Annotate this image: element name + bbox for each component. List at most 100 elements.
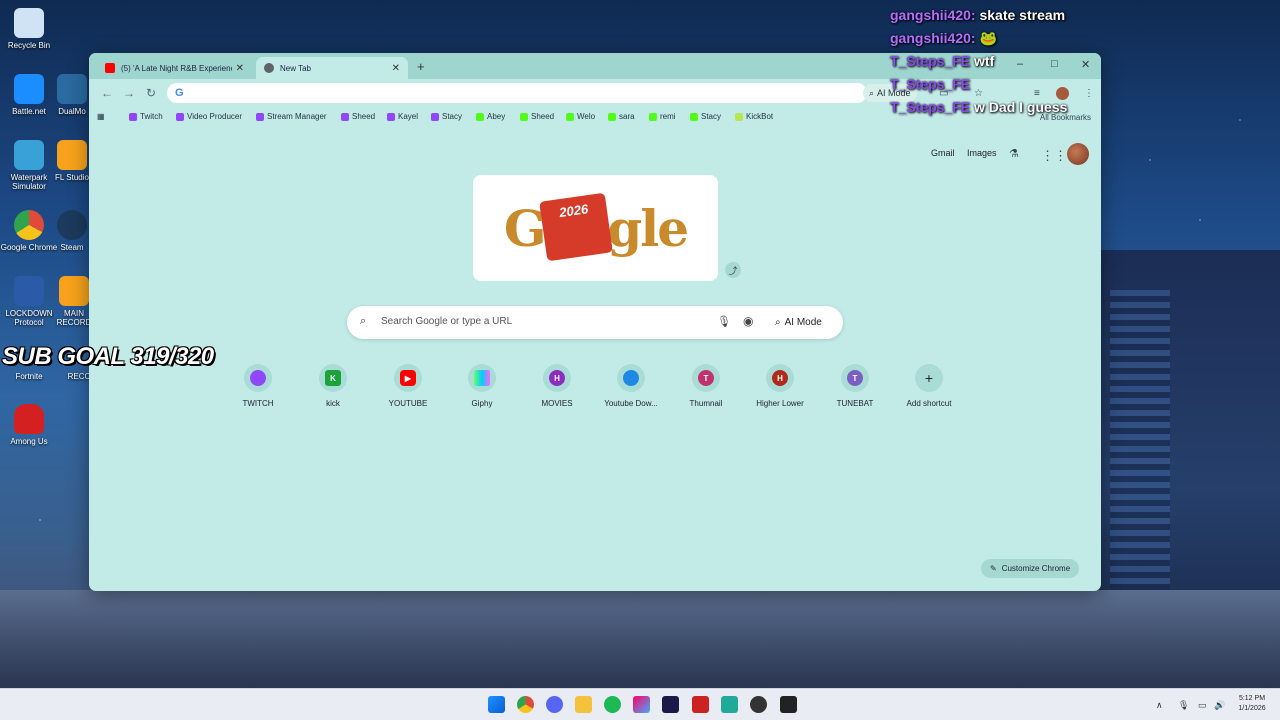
kick-icon xyxy=(520,112,528,121)
file-explorer-icon[interactable] xyxy=(575,696,592,713)
spotify-icon[interactable] xyxy=(604,696,621,713)
bookmark-stream-manager[interactable]: Stream Manager xyxy=(256,112,327,121)
bookmark-welo[interactable]: Welo xyxy=(566,112,595,121)
gmail-link[interactable]: Gmail xyxy=(931,148,955,158)
chat-username: T_Steps_FE xyxy=(890,76,971,92)
shortcut-giphy[interactable]: Giphy xyxy=(445,364,519,408)
shortcut-title: Thumnail xyxy=(689,399,723,408)
shortcut-youtube-downloader[interactable]: Youtube Dow... xyxy=(594,364,668,408)
search-icon: ⌕ xyxy=(360,315,367,327)
shortcut-youtube[interactable]: ▶ YOUTUBE xyxy=(371,364,445,408)
app-icon[interactable] xyxy=(780,696,797,713)
back-arrow-icon[interactable]: ← xyxy=(101,86,113,100)
desktop-icon-recycle-bin[interactable]: Recycle Bin xyxy=(0,8,58,50)
flstudio-icon xyxy=(59,276,89,306)
address-bar[interactable]: G xyxy=(167,83,867,103)
google-lens-icon[interactable]: ◉ xyxy=(743,314,753,328)
recycle-bin-icon xyxy=(14,8,44,38)
desktop-icon-label: Google Chrome xyxy=(0,243,58,252)
images-link[interactable]: Images xyxy=(967,148,997,158)
giphy-icon xyxy=(474,370,490,386)
chrome-taskbar-icon[interactable] xyxy=(517,696,534,713)
close-icon[interactable]: ✕ xyxy=(392,63,400,74)
desktop-icon-battlenet[interactable]: Battle.net xyxy=(0,74,58,116)
bookmark-sheed[interactable]: Sheed xyxy=(341,112,375,121)
bookmark-stacy-kick[interactable]: Stacy xyxy=(690,112,721,121)
desktop-icon-flstudio[interactable]: FL Studio xyxy=(52,140,92,182)
desktop-icon-among-us[interactable]: Among Us xyxy=(0,404,58,446)
microphone-icon[interactable]: 🎙 xyxy=(717,315,731,328)
bookmark-label: Sheed xyxy=(352,112,376,121)
bookmark-sheed-kick[interactable]: Sheed xyxy=(520,112,554,121)
waterpark-icon xyxy=(14,140,44,170)
shortcut-title: Youtube Dow... xyxy=(604,399,658,408)
shortcut-tunebat[interactable]: T TUNEBAT xyxy=(818,364,892,408)
desktop-icon-fortnite[interactable]: Fortnite xyxy=(0,372,58,381)
customize-chrome-button[interactable]: ✎ Customize Chrome xyxy=(981,559,1080,578)
bookmark-label: KickBot xyxy=(746,112,774,121)
flstudio-icon xyxy=(57,140,87,170)
bookmark-sara[interactable]: sara xyxy=(608,112,635,121)
shortcut-higher-lower[interactable]: H Higher Lower xyxy=(743,364,817,408)
pencil-icon: ✎ xyxy=(990,564,997,573)
bookmark-kickbot[interactable]: KickBot xyxy=(735,112,773,121)
chat-username: gangshii420: xyxy=(890,30,976,46)
bookmark-abey[interactable]: Abey xyxy=(476,112,505,121)
desktop-icon-lockdown[interactable]: LOCKDOWN Protocol xyxy=(0,276,58,327)
search-sparkle-icon: ⌕ xyxy=(775,317,781,328)
account-avatar[interactable] xyxy=(1067,143,1089,165)
chat-line: T_Steps_FE w Dad I guess xyxy=(890,96,1150,119)
new-tab-plus-icon[interactable]: + xyxy=(417,59,425,74)
shortcut-title: kick xyxy=(326,399,340,408)
bookmark-video-producer[interactable]: Video Producer xyxy=(176,112,242,121)
wallpaper-rooftop xyxy=(0,590,1280,688)
shortcut-twitch[interactable]: TWITCH xyxy=(221,364,295,408)
desktop-icon-label: LOCKDOWN Protocol xyxy=(5,309,53,327)
reload-icon[interactable]: ↻ xyxy=(146,86,156,100)
shortcut-thumnail[interactable]: T Thumnail xyxy=(669,364,743,408)
windows-start-icon[interactable] xyxy=(488,696,505,713)
tray-chevron-icon[interactable]: ∧ xyxy=(1156,700,1163,711)
desktop-icon-label: Among Us xyxy=(10,437,48,446)
movies-letter-icon: H xyxy=(549,370,565,386)
desktop-icon-dualmo[interactable]: DualMo xyxy=(52,74,92,116)
labs-flask-icon[interactable]: ⚗ xyxy=(1009,147,1019,160)
sub-goal-overlay: SUB GOAL 319/320 xyxy=(2,343,214,370)
bookmark-kayel[interactable]: Kayel xyxy=(387,112,418,121)
bookmark-label: Welo xyxy=(577,112,596,121)
forward-arrow-icon[interactable]: → xyxy=(123,86,135,100)
share-icon[interactable]: ⤴ xyxy=(725,262,741,278)
app-icon[interactable] xyxy=(692,696,709,713)
app-icon[interactable] xyxy=(721,696,738,713)
chat-message: skate stream xyxy=(979,7,1066,23)
discord-icon[interactable] xyxy=(546,696,563,713)
google-doodle[interactable]: Google 2026 xyxy=(473,175,718,281)
shortcut-movies[interactable]: H MOVIES xyxy=(520,364,594,408)
desktop-icon-steam[interactable]: Steam xyxy=(52,210,92,252)
bookmark-twitch[interactable]: Twitch xyxy=(129,112,163,121)
bookmark-label: Video Producer xyxy=(187,112,242,121)
chat-message: 🐸 xyxy=(979,30,997,46)
tab-new-tab[interactable]: New Tab ✕ xyxy=(256,57,408,79)
bookmark-remi[interactable]: remi xyxy=(649,112,676,121)
chat-line: T_Steps_FE xyxy=(890,73,1150,96)
tab-youtube[interactable]: (5) 'A Late Night R&B Experienc ✕ xyxy=(97,57,252,79)
shortcut-kick[interactable]: K kick xyxy=(296,364,370,408)
apps-grid-icon[interactable]: ▦ xyxy=(97,112,105,121)
desktop-icon-chrome[interactable]: Google Chrome xyxy=(0,210,58,252)
system-clock[interactable]: 5:12 PM 1/1/2026 xyxy=(1230,694,1274,714)
network-icon[interactable]: ▭ xyxy=(1198,700,1207,711)
shortcut-add[interactable]: + Add shortcut xyxy=(892,364,966,408)
obs-icon[interactable] xyxy=(750,696,767,713)
shortcut-title: Giphy xyxy=(471,399,493,408)
ai-mode-button[interactable]: ⌕ AI Mode xyxy=(767,312,830,333)
bookmark-stacy[interactable]: Stacy xyxy=(431,112,462,121)
microphone-tray-icon[interactable]: 🎙 xyxy=(1178,700,1189,711)
volume-icon[interactable]: 🔊 xyxy=(1214,700,1225,711)
close-icon[interactable]: ✕ xyxy=(236,63,244,74)
bookmark-label: Twitch xyxy=(140,112,163,121)
desktop-icon-waterpark[interactable]: Waterpark Simulator xyxy=(0,140,58,191)
copilot-icon[interactable] xyxy=(633,696,650,713)
premiere-pro-icon[interactable] xyxy=(662,696,679,713)
search-box[interactable]: ⌕ Search Google or type a URL 🎙 ◉ ⌕ AI M… xyxy=(347,306,843,339)
